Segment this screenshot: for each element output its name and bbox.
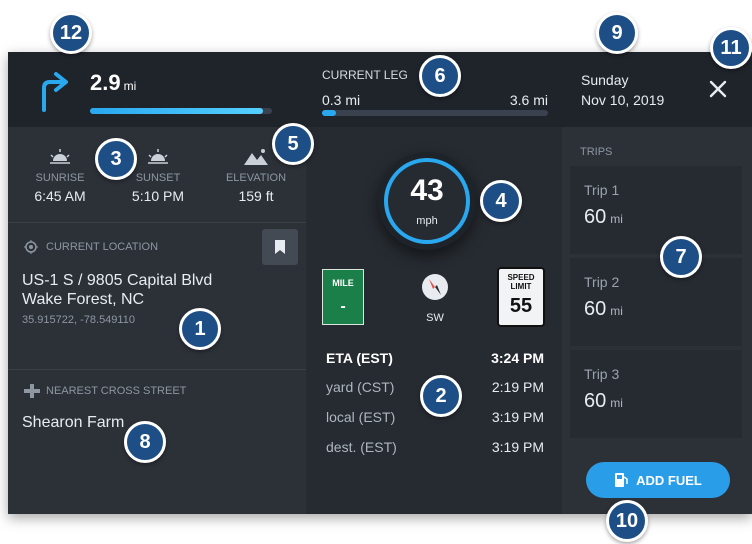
eta-header: ETA (EST) 3:24 PM <box>326 350 544 366</box>
elevation-value: 159 ft <box>238 188 274 204</box>
sunrise-time: 6:45 AM <box>34 188 86 204</box>
turn-progress-track <box>90 108 272 114</box>
callout-badge: 12 <box>50 12 92 54</box>
trips-title: TRIPS <box>580 146 613 158</box>
eta-row-label: dest. (EST) <box>326 439 397 455</box>
eta-row-value: 2:19 PM <box>491 379 544 395</box>
leg-progress-track <box>322 110 548 116</box>
trip-value-number: 60 <box>584 206 607 228</box>
eta-header-value: 3:24 PM <box>491 350 544 366</box>
turn-distance-unit: mi <box>123 79 137 93</box>
location-target-icon <box>24 240 38 254</box>
trip-name: Trip 2 <box>584 274 620 290</box>
speed-limit-label: SPEED LIMIT <box>499 273 543 291</box>
sunset-icon <box>148 149 168 164</box>
sunrise-icon <box>50 149 70 164</box>
callout-badge: 10 <box>606 500 648 542</box>
trip-value: 60 mi <box>584 206 623 229</box>
turn-right-arrow-icon <box>42 72 68 112</box>
callout-badge: 9 <box>596 12 638 54</box>
speed-limit-label-line2: LIMIT <box>510 282 532 291</box>
elevation-label: ELEVATION <box>225 172 287 184</box>
location-coords: 35.915722, -78.549110 <box>22 314 135 326</box>
callout-badge: 6 <box>419 55 461 97</box>
compass-icon <box>422 274 448 300</box>
location-city: Wake Forest, NC <box>22 291 145 308</box>
cross-street-name: Shearon Farm <box>22 414 125 431</box>
trip-card[interactable]: Trip 3 60 mi <box>570 350 742 438</box>
compass-heading: SW <box>426 312 444 324</box>
leg-progress-fill <box>322 110 336 116</box>
trip-value-number: 60 <box>584 390 607 412</box>
sunset-label: SUNSET <box>135 172 181 184</box>
cross-street-icon <box>24 384 40 398</box>
bookmark-icon <box>275 240 285 254</box>
callout-badge: 4 <box>480 180 522 222</box>
eta-row: dest. (EST) 3:19 PM <box>326 439 544 455</box>
speed-limit-label-line1: SPEED <box>507 273 535 282</box>
speed-limit-value: 55 <box>509 295 533 317</box>
current-location-label: CURRENT LOCATION <box>46 241 159 253</box>
sunset-time: 5:10 PM <box>131 188 185 204</box>
callout-badge: 7 <box>660 236 702 278</box>
add-fuel-label: ADD FUEL <box>636 472 702 488</box>
trip-value-number: 60 <box>584 298 607 320</box>
trip-card[interactable]: Trip 1 60 mi <box>570 166 742 254</box>
eta-header-label: ETA (EST) <box>326 350 393 366</box>
turn-progress-fill <box>90 108 263 114</box>
turn-distance-value: 2.9 <box>90 70 121 95</box>
speed-limit-sign: SPEED LIMIT 55 <box>497 267 545 327</box>
speed-value: 43 <box>410 174 444 207</box>
mile-marker-value: - <box>340 298 346 315</box>
trip-value: 60 mi <box>584 298 623 321</box>
eta-row-label: local (EST) <box>326 409 396 425</box>
location-address: US-1 S / 9805 Capital Blvd <box>22 272 213 289</box>
callout-badge: 1 <box>179 308 221 350</box>
trip-name: Trip 1 <box>584 182 620 198</box>
trip-value-unit: mi <box>610 304 623 318</box>
date-day: Sunday <box>581 72 629 88</box>
eta-row-label: yard (CST) <box>326 379 395 395</box>
sunrise-label: SUNRISE <box>35 172 85 184</box>
trip-value-unit: mi <box>610 396 623 410</box>
trip-value-unit: mi <box>610 212 623 226</box>
mile-marker-label: MILE <box>332 278 354 288</box>
add-fuel-button[interactable]: ADD FUEL <box>586 462 730 498</box>
trip-value: 60 mi <box>584 390 623 413</box>
fuel-pump-icon <box>615 473 628 487</box>
mile-marker-sign: MILE - <box>322 269 364 325</box>
eta-row-value: 3:19 PM <box>491 409 544 425</box>
callout-badge: 11 <box>710 27 752 69</box>
callout-badge: 5 <box>272 123 314 165</box>
trip-name: Trip 3 <box>584 366 620 382</box>
leg-title: CURRENT LEG <box>322 68 408 82</box>
cross-street-label: NEAREST CROSS STREET <box>46 385 187 397</box>
close-icon[interactable] <box>708 79 728 99</box>
leg-start: 0.3 mi <box>322 92 361 108</box>
divider <box>8 222 306 223</box>
trip-card[interactable]: Trip 2 60 mi <box>570 258 742 346</box>
leg-end: 3.6 mi <box>509 92 548 108</box>
bookmark-button[interactable] <box>262 229 298 265</box>
speed-unit: mph <box>416 215 438 227</box>
divider <box>8 369 306 370</box>
callout-badge: 3 <box>95 138 137 180</box>
eta-row-value: 3:19 PM <box>491 439 544 455</box>
turn-distance: 2.9 mi <box>90 70 136 96</box>
callout-badge: 2 <box>420 375 462 417</box>
callout-badge: 8 <box>124 421 166 463</box>
date-full: Nov 10, 2019 <box>581 92 665 108</box>
elevation-icon <box>244 149 268 165</box>
